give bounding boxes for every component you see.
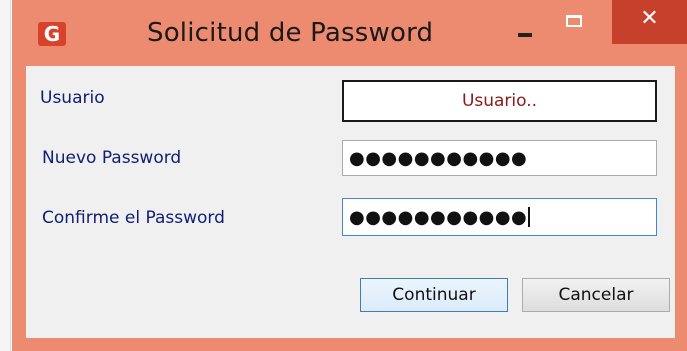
maximize-icon [566,15,582,27]
confirm-password-field[interactable]: ●●●●●●●●●●● [342,198,657,236]
window-title: Solicitud de Password [147,18,434,48]
user-label: Usuario [40,88,105,108]
new-password-mask: ●●●●●●●●●●● [349,147,528,169]
minimize-icon [518,33,532,37]
minimize-button[interactable] [504,16,548,44]
confirm-password-label: Confirme el Password [42,208,225,228]
continue-button[interactable]: Continuar [360,278,508,312]
password-dialog: G Solicitud de Password ✕ Usuario Usuari… [12,0,687,351]
confirm-password-value: ●●●●●●●●●●● [349,199,531,235]
close-icon: ✕ [640,6,659,31]
new-password-label: Nuevo Password [42,148,182,168]
confirm-password-mask: ●●●●●●●●●●● [349,206,528,228]
maximize-button[interactable] [556,10,596,38]
title-bar[interactable]: G Solicitud de Password ✕ [12,0,687,48]
close-button[interactable]: ✕ [612,0,687,44]
app-logo-icon: G [38,22,66,46]
user-field[interactable]: Usuario.. [342,80,657,122]
dialog-body: Usuario Usuario.. Nuevo Password ●●●●●●●… [26,66,675,338]
cancel-button[interactable]: Cancelar [522,278,670,312]
background-window-edge [0,0,11,351]
text-caret [528,207,531,227]
new-password-field[interactable]: ●●●●●●●●●●● [342,140,657,176]
